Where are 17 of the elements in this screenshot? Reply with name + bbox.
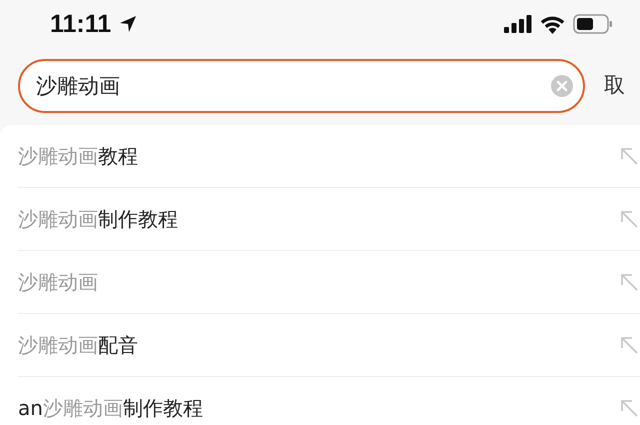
suggestion-item[interactable]: 沙雕动画制作教程 xyxy=(18,204,178,234)
fill-arrow-icon[interactable] xyxy=(620,336,638,354)
location-arrow-icon xyxy=(119,15,138,33)
suggestion-item[interactable]: 沙雕动画教程 xyxy=(18,141,138,171)
search-field[interactable]: 沙雕动画 xyxy=(18,59,585,113)
fill-arrow-icon[interactable] xyxy=(620,273,638,291)
battery-icon xyxy=(573,14,613,34)
signal-icon xyxy=(504,15,532,33)
suggestion-item[interactable]: 沙雕动画配音 xyxy=(18,330,138,360)
fill-arrow-icon[interactable] xyxy=(620,210,638,228)
suggestion-item[interactable]: an沙雕动画制作教程 xyxy=(18,393,203,423)
status-time: 11:11 xyxy=(50,12,112,36)
clear-icon[interactable] xyxy=(551,75,573,97)
wifi-icon xyxy=(540,14,565,34)
fill-arrow-icon[interactable] xyxy=(620,399,638,417)
cancel-button[interactable]: 取 xyxy=(604,70,625,102)
fill-arrow-icon[interactable] xyxy=(620,147,638,165)
